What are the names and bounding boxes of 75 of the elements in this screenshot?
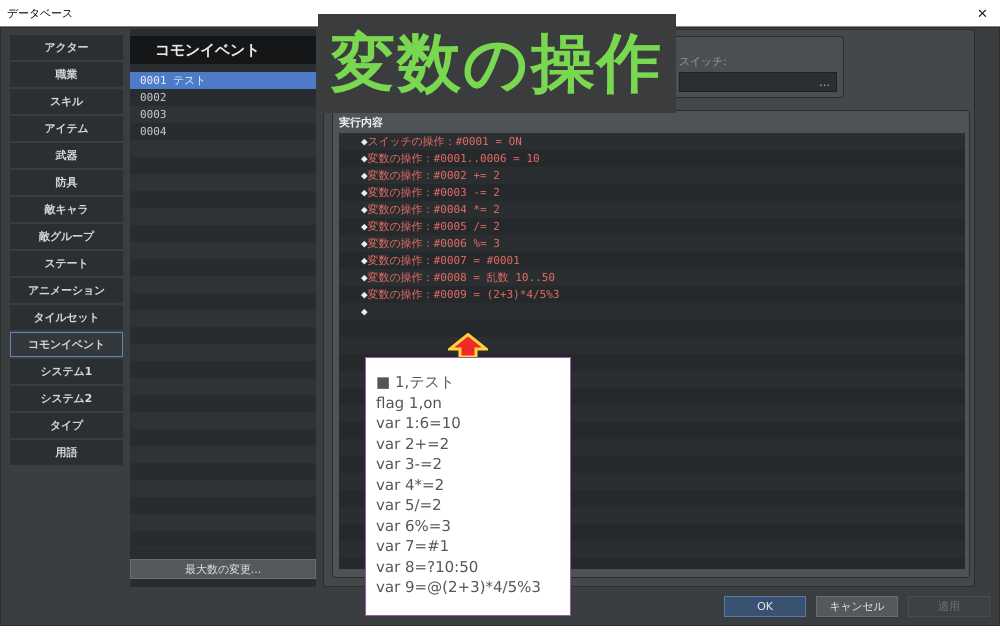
bullet: ◆ — [361, 254, 368, 267]
command-row[interactable]: ◆変数の操作：#0009 = (2+3)*4/5%3 — [339, 286, 965, 303]
note-line: var 9=@(2+3)*4/5%3 — [376, 577, 542, 598]
command-text: 変数の操作：#0004 *= 2 — [368, 203, 500, 216]
bullet: ◆ — [361, 271, 368, 284]
list-item[interactable]: 0001 テスト — [130, 72, 316, 89]
sidebar-tab[interactable]: 防具 — [10, 170, 123, 195]
note-line: var 8=?10:50 — [376, 556, 480, 577]
sidebar-tab[interactable]: タイプ — [10, 413, 123, 438]
note-line: var 2+=2 — [376, 434, 450, 454]
bullet: ◆ — [361, 288, 368, 301]
command-row[interactable]: ◆スイッチの操作：#0001 = ON — [339, 133, 965, 150]
sidebar-tab[interactable]: 敵キャラ — [10, 197, 123, 222]
command-row[interactable]: ◆変数の操作：#0002 += 2 — [339, 167, 965, 184]
command-text: 変数の操作：#0009 = (2+3)*4/5%3 — [368, 288, 560, 301]
sidebar-tab[interactable]: システム2 — [10, 386, 123, 411]
list-item[interactable]: 0004 — [130, 123, 316, 140]
sidebar-tab[interactable]: コモンイベント — [10, 332, 123, 357]
change-max-button[interactable]: 最大数の変更... — [130, 559, 316, 579]
command-text: 変数の操作：#0005 /= 2 — [368, 220, 500, 233]
bullet: ◆ — [361, 186, 368, 199]
sidebar-tab[interactable]: スキル — [10, 89, 123, 114]
note-line: var 7=#1 — [376, 536, 450, 556]
command-row[interactable]: ◆変数の操作：#0004 *= 2 — [339, 201, 965, 218]
sidebar-tab[interactable]: 武器 — [10, 143, 123, 168]
switch-field[interactable]: … — [679, 72, 837, 92]
command-row[interactable]: ◆変数の操作：#0001..0006 = 10 — [339, 150, 965, 167]
bullet: ◆ — [361, 305, 368, 318]
sidebar-tab[interactable]: 職業 — [10, 62, 123, 87]
sidebar-tab[interactable]: アイテム — [10, 116, 123, 141]
bullet: ◆ — [361, 237, 368, 250]
sidebar-tab[interactable]: アニメーション — [10, 278, 123, 303]
note-line: var 6%=3 — [376, 516, 452, 536]
note-line: var 1:6=10 — [376, 413, 462, 434]
list-item[interactable]: 0003 — [130, 106, 316, 123]
switch-label: スイッチ: — [679, 54, 728, 69]
contents-title: 実行内容 — [339, 115, 384, 130]
command-row[interactable]: ◆ — [339, 303, 965, 320]
bullet: ◆ — [361, 135, 368, 148]
command-text: 変数の操作：#0002 += 2 — [368, 169, 500, 182]
sidebar-tab[interactable]: タイルセット — [10, 305, 123, 330]
bullet: ◆ — [361, 169, 368, 182]
dialog-button[interactable]: OK — [724, 596, 806, 616]
note-line: var 4*=2 — [376, 474, 446, 495]
sidebar-tab[interactable]: 敵グループ — [10, 224, 123, 249]
list-header: コモンイベント — [130, 36, 316, 64]
window-title: データベース — [6, 6, 73, 20]
close-button[interactable]: ✕ — [973, 6, 992, 20]
note-line: var 3-=2 — [376, 454, 444, 474]
command-text: 変数の操作：#0007 = #0001 — [368, 254, 520, 267]
command-row[interactable]: ◆変数の操作：#0008 = 乱数 10..50 — [339, 269, 965, 286]
command-text: スイッチの操作：#0001 = ON — [368, 135, 522, 148]
command-text: 変数の操作：#0006 %= 3 — [368, 237, 500, 250]
command-text: 変数の操作：#0003 -= 2 — [368, 186, 500, 199]
arrow-icon — [448, 333, 488, 357]
command-row[interactable]: ◆変数の操作：#0007 = #0001 — [339, 252, 965, 269]
sidebar-tab[interactable]: 用語 — [10, 440, 123, 465]
sidebar-tab[interactable]: ステート — [10, 251, 123, 276]
browse-button[interactable]: … — [819, 76, 830, 88]
list-item[interactable]: 0002 — [130, 89, 316, 106]
note-line: var 5/=2 — [376, 495, 443, 516]
banner-title: 変数の操作 — [331, 26, 663, 103]
command-text: 変数の操作：#0008 = 乱数 10..50 — [368, 271, 555, 284]
bullet: ◆ — [361, 220, 368, 233]
sidebar-tab[interactable]: アクター — [10, 35, 123, 60]
sidebar-tab[interactable]: システム1 — [10, 359, 123, 384]
dialog-button[interactable]: キャンセル — [816, 596, 898, 616]
note-line: flag 1,on — [376, 392, 443, 413]
command-row[interactable]: ◆変数の操作：#0006 %= 3 — [339, 235, 965, 252]
command-text: 変数の操作：#0001..0006 = 10 — [368, 152, 540, 165]
bullet: ◆ — [361, 152, 368, 165]
command-row[interactable]: ◆変数の操作：#0003 -= 2 — [339, 184, 965, 201]
bullet: ◆ — [361, 203, 368, 216]
command-row[interactable]: ◆変数の操作：#0005 /= 2 — [339, 218, 965, 235]
note-line: ■ 1,テスト — [376, 372, 456, 392]
